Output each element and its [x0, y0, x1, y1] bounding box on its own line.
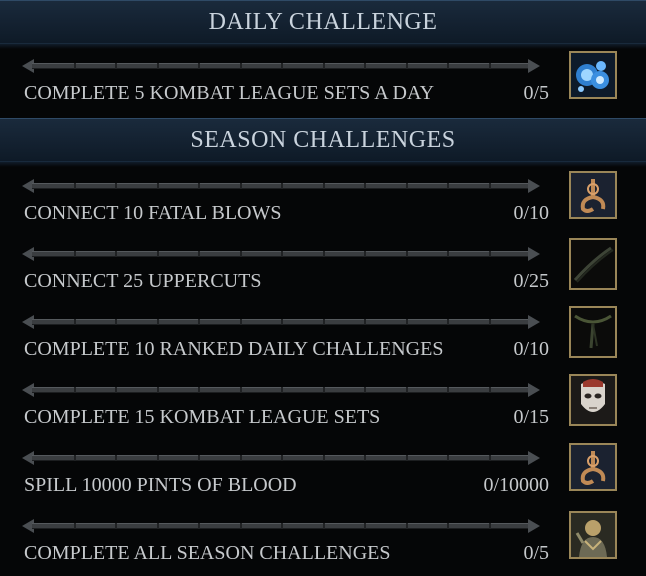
soul-fragments-icon[interactable]	[569, 51, 617, 99]
challenge-count: 0/10	[513, 202, 549, 224]
challenge-row[interactable]: COMPLETE ALL SEASON CHALLENGES 0/5	[0, 508, 646, 576]
challenge-row[interactable]: CONNECT 10 FATAL BLOWS 0/10	[0, 168, 646, 236]
challenge-label: CONNECT 10 FATAL BLOWS	[24, 202, 282, 224]
challenge-row[interactable]: CONNECT 25 UPPERCUTS 0/25	[0, 236, 646, 304]
progress-track	[22, 450, 540, 465]
challenge-count: 0/10	[513, 338, 549, 360]
challenge-label: COMPLETE 10 RANKED DAILY CHALLENGES	[24, 338, 444, 360]
hook-emblem-icon[interactable]	[569, 443, 617, 491]
challenge-label: COMPLETE 15 KOMBAT LEAGUE SETS	[24, 406, 381, 428]
hook-emblem-icon[interactable]	[569, 171, 617, 219]
challenge-row[interactable]: COMPLETE 5 KOMBAT LEAGUE SETS A DAY 0/5	[0, 48, 646, 116]
challenge-count: 0/25	[513, 270, 549, 292]
character-skin-icon[interactable]	[569, 511, 617, 559]
challenge-label: CONNECT 25 UPPERCUTS	[24, 270, 262, 292]
challenge-count: 0/15	[513, 406, 549, 428]
season-challenges-header: SEASON CHALLENGES	[0, 118, 646, 167]
mask-gear-icon[interactable]	[569, 374, 617, 426]
challenge-count: 0/10000	[483, 474, 549, 496]
progress-track	[22, 314, 540, 329]
progress-track	[22, 178, 540, 193]
challenge-row[interactable]: COMPLETE 15 KOMBAT LEAGUE SETS 0/15	[0, 372, 646, 440]
progress-track	[22, 382, 540, 397]
progress-track	[22, 518, 540, 533]
daily-challenge-title: DAILY CHALLENGE	[208, 8, 438, 35]
challenge-count: 0/5	[523, 542, 549, 564]
progress-track	[22, 246, 540, 261]
challenge-row[interactable]: SPILL 10000 PINTS OF BLOOD 0/10000	[0, 440, 646, 508]
challenge-label: COMPLETE ALL SEASON CHALLENGES	[24, 542, 391, 564]
season-challenges-title: SEASON CHALLENGES	[190, 126, 456, 153]
challenge-row[interactable]: COMPLETE 10 RANKED DAILY CHALLENGES 0/10	[0, 304, 646, 372]
challenge-count: 0/5	[523, 82, 549, 104]
daily-challenge-header: DAILY CHALLENGE	[0, 0, 646, 49]
progress-track	[22, 58, 540, 73]
belt-gear-icon[interactable]	[569, 306, 617, 358]
challenge-label: COMPLETE 5 KOMBAT LEAGUE SETS A DAY	[24, 82, 435, 104]
challenge-label: SPILL 10000 PINTS OF BLOOD	[24, 474, 297, 496]
sash-gear-icon[interactable]	[569, 238, 617, 290]
